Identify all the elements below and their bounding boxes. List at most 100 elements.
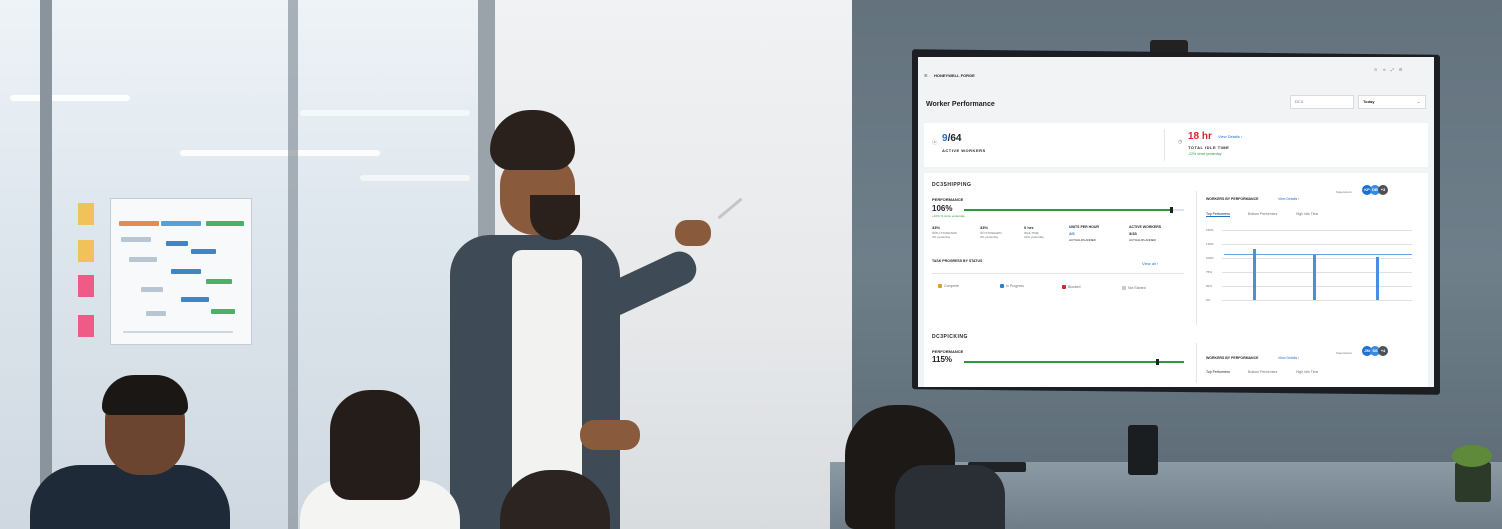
section-title: DC3PICKING bbox=[932, 334, 968, 340]
audience-member bbox=[300, 390, 460, 529]
performance-bar bbox=[1253, 249, 1256, 300]
avatar[interactable]: +4 bbox=[1378, 346, 1388, 356]
stat-note: 22% yesterday bbox=[1024, 235, 1044, 239]
workers-view-details-link[interactable]: View Details › bbox=[1278, 356, 1299, 360]
menu-icon[interactable]: ☰ bbox=[924, 73, 928, 78]
tab-high-idle-time[interactable]: High Idle Time bbox=[1296, 212, 1318, 216]
stat-value: 3/33 bbox=[1129, 231, 1137, 236]
plant bbox=[1452, 445, 1492, 467]
stat-value: 0 hrs bbox=[1024, 225, 1034, 230]
workers-view-details-link[interactable]: View Details › bbox=[1278, 197, 1299, 201]
audience-member bbox=[490, 470, 620, 529]
performance-bar bbox=[964, 209, 1171, 211]
presenter-beard bbox=[530, 195, 580, 240]
tab-top-performers[interactable]: Top Performers bbox=[1206, 370, 1230, 374]
tab-top-performers[interactable]: Top Performers bbox=[1206, 212, 1230, 217]
chevron-down-icon: ⌄ bbox=[1417, 99, 1421, 104]
audience-member bbox=[30, 375, 230, 529]
y-tick: 125% bbox=[1206, 242, 1214, 246]
sticky-note bbox=[78, 315, 94, 337]
stat-note: 4% yesterday bbox=[932, 235, 951, 239]
y-tick: 0% bbox=[1206, 298, 1211, 302]
stat-sub: ACTUAL/PLANNED bbox=[1129, 238, 1156, 242]
tab-bottom-performers[interactable]: Bottom Performers bbox=[1248, 370, 1277, 374]
stat-note: 3% yesterday bbox=[980, 235, 999, 239]
y-tick: 100% bbox=[1206, 256, 1214, 260]
presenter-hair bbox=[490, 110, 575, 170]
stat-value: 33% bbox=[980, 225, 989, 230]
view-all-link[interactable]: View all › bbox=[1142, 261, 1158, 266]
whiteboard bbox=[110, 198, 252, 345]
supervisors-label: Supervisors bbox=[1336, 351, 1352, 355]
person-icon: ⓐ bbox=[932, 140, 938, 146]
glass-frame bbox=[288, 0, 298, 529]
period-filter[interactable]: Today ⌄ bbox=[1358, 95, 1426, 109]
idle-time-note: -22% since yesterday bbox=[1188, 152, 1222, 156]
performance-label: PERFORMANCE bbox=[932, 197, 964, 202]
y-tick: 50% bbox=[1206, 284, 1213, 288]
presenter bbox=[430, 110, 760, 529]
gridline bbox=[1222, 244, 1412, 245]
legend-label: Not Started bbox=[1128, 286, 1146, 290]
presenter-hand bbox=[675, 220, 711, 246]
idle-time-label: TOTAL IDLE TIME bbox=[1188, 145, 1230, 150]
stylus bbox=[717, 197, 743, 220]
gridline bbox=[1222, 286, 1412, 287]
legend-label: Blocked bbox=[1068, 285, 1081, 289]
sticky-note bbox=[78, 240, 94, 262]
page-title: Worker Performance bbox=[926, 101, 995, 108]
header-icons[interactable]: ⊙⋖⤢⚙ bbox=[1374, 67, 1408, 72]
tab-high-idle-time[interactable]: High Idle Time bbox=[1296, 370, 1318, 374]
ceiling-light bbox=[180, 150, 380, 156]
legend-swatch bbox=[938, 284, 942, 288]
active-workers-label: ACTIVE WORKERS bbox=[942, 148, 986, 153]
workers-by-performance-label: WORKERS BY PERFORMANCE bbox=[1206, 197, 1259, 201]
dc3picking-card: DC3PICKING PERFORMANCE 115% WORKERS BY P… bbox=[924, 325, 1428, 387]
performance-label: PERFORMANCE bbox=[932, 349, 964, 354]
gridline bbox=[1222, 272, 1412, 273]
tab-bottom-performers[interactable]: Bottom Performers bbox=[1248, 212, 1277, 216]
y-tick: 150% bbox=[1206, 228, 1214, 232]
stat-value: 33% bbox=[932, 225, 941, 230]
site-filter[interactable]: DC3 bbox=[1290, 95, 1354, 109]
speaker bbox=[1128, 425, 1158, 475]
stat-label: ACTIVE WORKERS bbox=[1129, 225, 1162, 229]
idle-view-details-link[interactable]: View Details › bbox=[1218, 134, 1242, 139]
active-workers-total: /64 bbox=[947, 133, 962, 144]
performance-marker bbox=[1156, 359, 1159, 365]
idle-time-value: 18 hr bbox=[1188, 131, 1212, 142]
plant-pot bbox=[1455, 462, 1491, 502]
performance-bar bbox=[1313, 255, 1316, 300]
performance-note: +10% % since yesterday bbox=[932, 214, 965, 218]
brand-logo: HONEYWELL FORGE bbox=[934, 73, 975, 78]
gridline bbox=[1222, 300, 1412, 301]
legend-label: Complete bbox=[944, 284, 959, 288]
legend-swatch bbox=[1122, 286, 1126, 290]
gridline bbox=[1222, 258, 1412, 259]
legend-label: In Progress bbox=[1006, 284, 1024, 288]
performance-marker bbox=[1170, 207, 1173, 213]
legend-swatch bbox=[1000, 284, 1004, 288]
section-title: DC3SHIPPING bbox=[932, 182, 972, 188]
sticky-note bbox=[78, 203, 94, 225]
kpi-card: ⓐ 9/64 ACTIVE WORKERS ◷ 18 hr View Detai… bbox=[924, 123, 1428, 167]
performance-value: 106% bbox=[932, 204, 953, 213]
stat-sub: ACTUAL/PLANNED bbox=[1069, 238, 1096, 242]
clock-icon: ◷ bbox=[1178, 139, 1183, 145]
supervisors-label: Supervisors bbox=[1336, 190, 1352, 194]
dc3shipping-card: DC3SHIPPING PERFORMANCE 106% +10% % sinc… bbox=[924, 173, 1428, 333]
gridline bbox=[1222, 230, 1412, 231]
performance-bar bbox=[1376, 257, 1379, 300]
stat-value: 2/0 bbox=[1069, 231, 1075, 236]
performance-value: 115% bbox=[932, 355, 953, 364]
sticky-note bbox=[78, 275, 94, 297]
stat-label: UNITS PER HOUR bbox=[1069, 225, 1099, 229]
task-progress-label: TASK PROGRESS BY STATUS bbox=[932, 259, 983, 263]
dashboard-screen: ☰ HONEYWELL FORGE ⊙⋖⤢⚙ Worker Performanc… bbox=[918, 57, 1434, 387]
ceiling-light bbox=[10, 95, 130, 101]
audience-member bbox=[835, 405, 1005, 529]
avatar[interactable]: +3 bbox=[1378, 185, 1388, 195]
legend-swatch bbox=[1062, 285, 1066, 289]
workers-by-performance-label: WORKERS BY PERFORMANCE bbox=[1206, 356, 1259, 360]
y-tick: 75% bbox=[1206, 270, 1213, 274]
